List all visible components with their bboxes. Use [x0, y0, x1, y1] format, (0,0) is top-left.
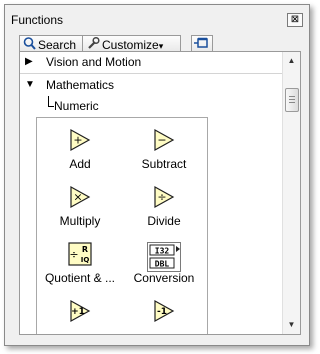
item-label: Add — [69, 157, 91, 171]
expand-arrow-icon[interactable]: ▶ — [25, 52, 33, 72]
palette-panel: ▶ Vision and Motion ▼ Mathematics Numeri… — [19, 51, 301, 335]
divider — [20, 73, 282, 74]
grip-line — [289, 96, 295, 97]
category-mathematics[interactable]: ▼ Mathematics — [20, 75, 282, 95]
search-label: Search — [38, 38, 77, 52]
wrench-icon — [88, 36, 100, 49]
palette-item-divide[interactable]: ÷ Divide — [121, 185, 207, 237]
quotient-remainder-icon: ÷ R IQ — [68, 242, 92, 266]
svg-text:R: R — [82, 245, 88, 254]
numeric-subpalette: + Add − Subtract × Multiply ÷ Divide ÷ R… — [36, 117, 208, 334]
multiply-vi-icon: × — [70, 185, 91, 209]
pin-button[interactable] — [191, 35, 213, 52]
category-label: Vision and Motion — [46, 55, 142, 69]
palette-item-conversion[interactable]: I32 DBL Conversion — [121, 242, 207, 294]
divide-vi-icon: ÷ — [154, 185, 175, 209]
scroll-up-arrow-icon[interactable]: ▲ — [283, 54, 300, 68]
item-label: Conversion — [133, 271, 195, 285]
svg-text:×: × — [73, 191, 82, 204]
window-title: Functions — [11, 13, 64, 27]
customize-label: Customize — [102, 38, 159, 52]
svg-text:+1: +1 — [71, 307, 85, 317]
svg-text:DBL: DBL — [155, 260, 170, 269]
svg-text:÷: ÷ — [157, 191, 166, 204]
collapse-arrow-icon[interactable]: ▼ — [25, 75, 35, 95]
subtract-vi-icon: − — [154, 128, 175, 152]
grip-line — [289, 102, 295, 103]
search-icon — [23, 37, 36, 50]
palette-item-quotient-remainder[interactable]: ÷ R IQ Quotient & ... — [37, 242, 123, 294]
chevron-down-icon: ▾ — [158, 41, 164, 51]
category-label: Mathematics — [46, 78, 115, 92]
palette-item-multiply[interactable]: × Multiply — [37, 185, 123, 237]
svg-text:IQ: IQ — [81, 256, 90, 264]
subcategory-label: Numeric — [54, 99, 99, 113]
palette-toolbar: Search Customize▾ — [19, 35, 309, 52]
category-vision-and-motion[interactable]: ▶ Vision and Motion — [20, 52, 282, 72]
scrollbar-thumb[interactable] — [285, 88, 299, 112]
item-label: Divide — [147, 214, 181, 228]
svg-text:−: − — [157, 134, 166, 147]
palette-item-subtract[interactable]: − Subtract — [121, 128, 207, 180]
conversion-icon: I32 DBL — [147, 242, 181, 272]
vertical-scrollbar[interactable]: ▲ ▼ — [282, 52, 300, 334]
svg-text:+: + — [73, 134, 82, 147]
title-bar[interactable]: Functions ⊠ — [5, 5, 309, 31]
thumbtack-icon — [194, 37, 208, 48]
item-label: Subtract — [141, 157, 187, 171]
svg-text:÷: ÷ — [69, 248, 78, 261]
decrement-vi-icon: -1 — [154, 299, 175, 323]
increment-vi-icon: +1 — [70, 299, 91, 323]
scroll-down-arrow-icon[interactable]: ▼ — [283, 318, 300, 332]
search-button[interactable]: Search — [19, 35, 84, 52]
item-label: Multiply — [59, 214, 101, 228]
tree-connector — [48, 96, 54, 107]
palette-item-increment[interactable]: +1 — [37, 299, 123, 334]
functions-window: Functions ⊠ Search Customize▾ ▶ Vision a… — [4, 4, 310, 346]
subcategory-numeric[interactable]: Numeric — [48, 96, 99, 113]
add-vi-icon: + — [70, 128, 91, 152]
close-button[interactable]: ⊠ — [287, 13, 303, 27]
svg-text:-1: -1 — [157, 307, 167, 317]
palette-item-add[interactable]: + Add — [37, 128, 123, 180]
svg-text:I32: I32 — [155, 247, 170, 256]
item-label: Quotient & ... — [44, 271, 116, 285]
palette-item-decrement[interactable]: -1 — [121, 299, 207, 334]
grip-line — [289, 99, 295, 100]
customize-button[interactable]: Customize▾ — [82, 35, 181, 52]
